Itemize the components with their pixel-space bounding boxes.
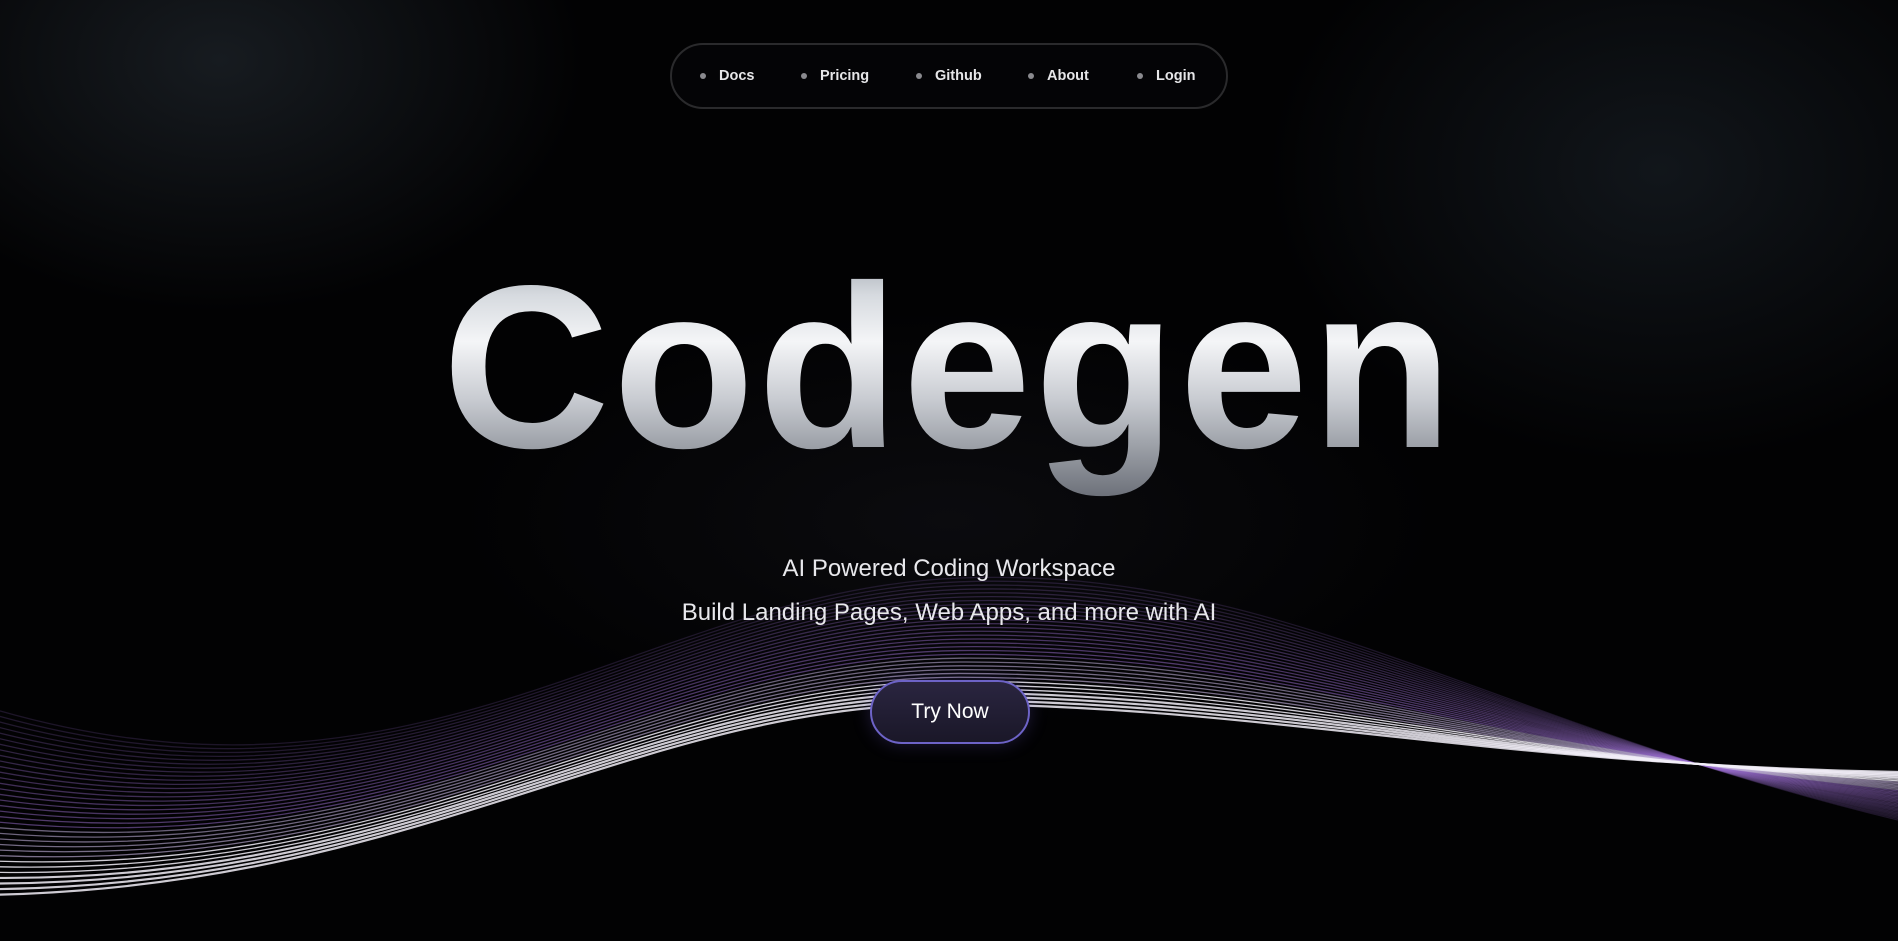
nav-label-github: Github bbox=[935, 68, 982, 84]
nav-label-docs: Docs bbox=[719, 68, 755, 84]
bullet-dot-icon bbox=[1028, 73, 1034, 79]
nav-item-github[interactable]: Github bbox=[916, 45, 982, 107]
nav-label-about: About bbox=[1047, 68, 1089, 84]
hero-subtitle-line-1: AI Powered Coding Workspace bbox=[782, 555, 1116, 582]
bullet-dot-icon bbox=[801, 73, 807, 79]
nav-item-pricing[interactable]: Pricing bbox=[801, 45, 869, 107]
nav-item-about[interactable]: About bbox=[1028, 45, 1089, 107]
nav-item-login[interactable]: Login bbox=[1137, 45, 1195, 107]
nav-label-pricing: Pricing bbox=[820, 68, 870, 84]
try-now-button[interactable]: Try Now bbox=[870, 680, 1030, 744]
nav-item-docs[interactable]: Docs bbox=[700, 45, 754, 107]
top-navigation: Docs Pricing Github About Login bbox=[670, 43, 1228, 109]
hero-title: Codegen bbox=[0, 248, 1898, 488]
hero-subtitle-line-2: Build Landing Pages, Web Apps, and more … bbox=[681, 599, 1217, 626]
hero-title-text: Codegen bbox=[442, 238, 1456, 497]
bullet-dot-icon bbox=[916, 73, 922, 79]
nav-label-login: Login bbox=[1156, 68, 1196, 84]
bullet-dot-icon bbox=[1137, 73, 1143, 79]
bullet-dot-icon bbox=[700, 73, 706, 79]
